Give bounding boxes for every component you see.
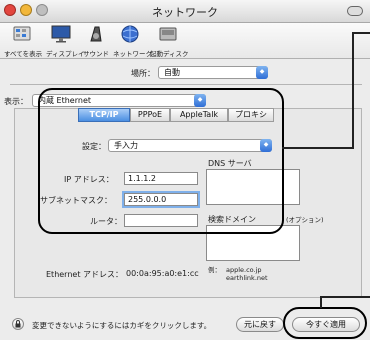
toolbar-label: ディスプレイ: [46, 50, 85, 58]
optional-label: (オプション): [286, 216, 324, 224]
callout-leader: [352, 32, 354, 148]
callout-leader: [282, 147, 354, 149]
toolbar-display[interactable]: ディスプレイ: [46, 25, 85, 58]
toolbar-network[interactable]: ネットワーク: [113, 25, 152, 58]
toolbar-label: サウンド: [83, 50, 109, 58]
toolbar-toggle-button[interactable]: [347, 6, 363, 16]
example-label: 例：: [208, 266, 221, 274]
toolbar-show-all[interactable]: すべてを表示: [4, 25, 43, 58]
callout-apply: [283, 307, 367, 339]
toolbar: すべてを表示 ディスプレイ サウンド ネットワーク 起動ディスク: [0, 23, 370, 59]
network-icon: [121, 25, 139, 43]
toolbar-startup-disk[interactable]: 起動ディスク: [150, 25, 189, 58]
lock-text: 変更できないようにするにはカギをクリックします。: [32, 321, 212, 330]
lock-button[interactable]: [12, 318, 24, 330]
popup-arrows-icon: ◆: [256, 66, 268, 79]
callout-leader: [320, 296, 370, 298]
separator: [10, 84, 362, 85]
show-all-icon: [13, 26, 31, 41]
callout-leader: [352, 32, 370, 34]
toolbar-label: 起動ディスク: [150, 50, 189, 58]
location-value: 自動: [164, 68, 180, 77]
lock-icon: [15, 320, 21, 328]
network-window: ネットワーク すべてを表示 ディスプレイ サウンド ネットワーク 起動ディスク …: [0, 0, 370, 340]
startup-disk-icon: [159, 27, 177, 41]
revert-button[interactable]: 元に戻す: [236, 317, 284, 332]
example-line1: apple.co.jp: [226, 266, 262, 274]
title-bar: ネットワーク: [0, 0, 370, 23]
callout-leader: [320, 296, 322, 308]
toolbar-label: ネットワーク: [113, 50, 152, 58]
toolbar-label: すべてを表示: [4, 50, 43, 58]
ethernet-label: Ethernet アドレス：: [46, 270, 124, 279]
display-icon: [51, 25, 71, 43]
location-popup[interactable]: 自動 ◆: [158, 66, 268, 79]
callout-frame: [38, 88, 284, 234]
window-title: ネットワーク: [152, 6, 218, 19]
toolbar-sound[interactable]: サウンド: [82, 25, 110, 58]
ethernet-value: 00:0a:95:a0:e1:cc: [126, 269, 199, 278]
sound-icon: [90, 26, 102, 42]
example-line2: earthlink.net: [226, 274, 268, 282]
show-label: 表示：: [4, 97, 28, 106]
location-label: 場所：: [131, 69, 155, 78]
